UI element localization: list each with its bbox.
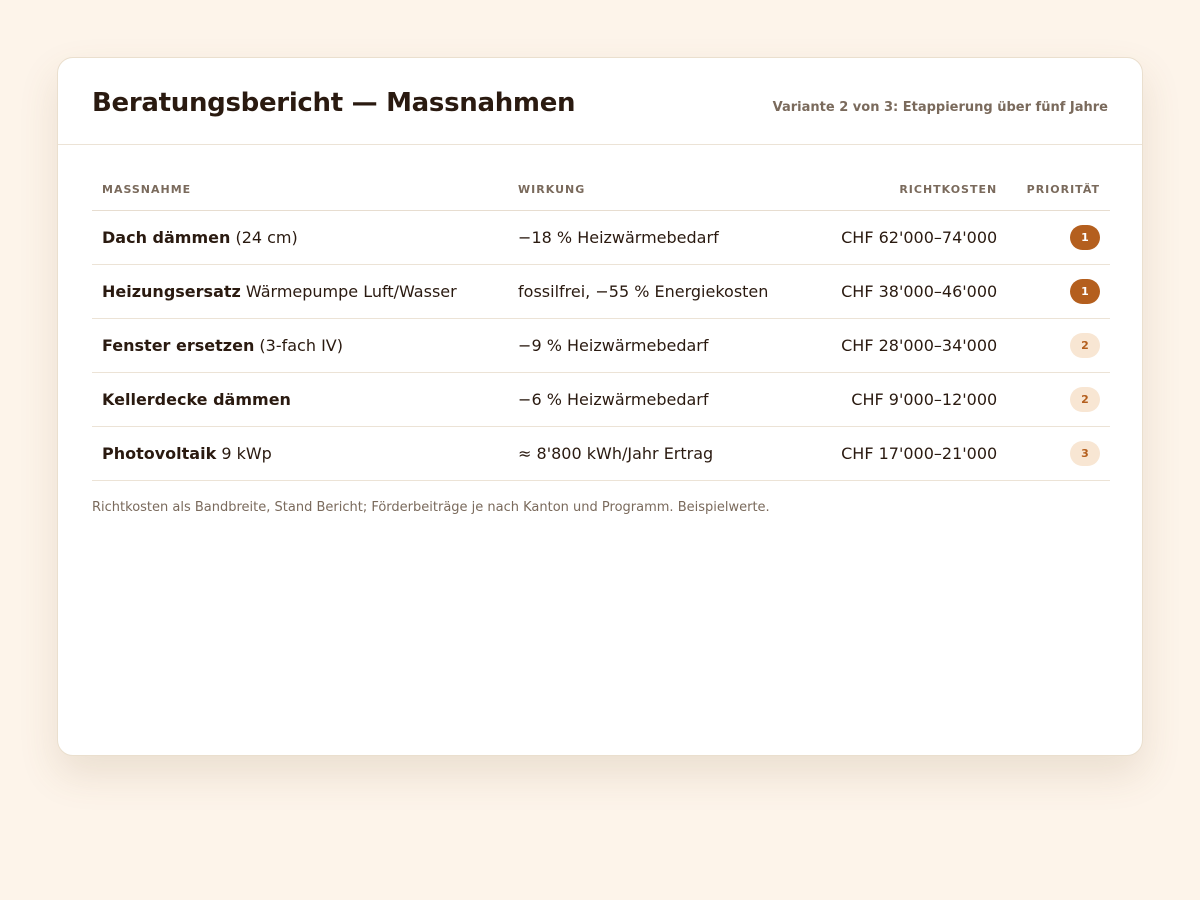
priority-badge: 3 [1070, 441, 1100, 466]
variant-subtitle: Variante 2 von 3: Etappierung über fünf … [772, 100, 1108, 115]
priority-cell: 1 [1007, 264, 1110, 319]
cost-cell: CHF 9'000–12'000 [778, 372, 1008, 427]
report-card: Beratungsbericht — Massnahmen Variante 2… [57, 57, 1143, 756]
measure-detail: 9 kWp [216, 444, 272, 463]
effect-cell: −6 % Heizwärmebedarf [508, 372, 779, 427]
measure-cell: Dach dämmen (24 cm) [92, 210, 509, 265]
measure-detail: (24 cm) [230, 228, 298, 247]
cost-cell: CHF 62'000–74'000 [778, 210, 1008, 265]
column-header-prioritaet: PRIORITÄT [1007, 168, 1110, 211]
cost-cell: CHF 17'000–21'000 [778, 426, 1008, 481]
column-header-wirkung: WIRKUNG [508, 168, 779, 211]
effect-cell: −18 % Heizwärmebedarf [508, 210, 779, 265]
priority-badge: 1 [1070, 225, 1100, 250]
measure-cell: Fenster ersetzen (3-fach IV) [92, 318, 509, 373]
measure-detail: (3-fach IV) [254, 336, 343, 355]
measure-detail: Wärmepumpe Luft/Wasser [240, 282, 457, 301]
measure-name: Photovoltaik [102, 444, 217, 463]
card-header: Beratungsbericht — Massnahmen Variante 2… [58, 58, 1142, 145]
priority-cell: 1 [1007, 210, 1110, 265]
priority-badge: 2 [1070, 333, 1100, 358]
effect-cell: ≈ 8'800 kWh/Jahr Ertrag [508, 426, 779, 481]
page-title: Beratungsbericht — Massnahmen [92, 88, 576, 118]
table-row: Dach dämmen (24 cm) −18 % Heizwärmebedar… [92, 210, 1110, 265]
column-header-massnahme: MASSNAHME [92, 168, 509, 211]
measures-table: MASSNAHME WIRKUNG RICHTKOSTEN PRIORITÄT … [92, 168, 1110, 481]
column-header-richtkosten: RICHTKOSTEN [778, 168, 1008, 211]
measure-cell: Heizungsersatz Wärmepumpe Luft/Wasser [92, 264, 509, 319]
table-header-row: MASSNAHME WIRKUNG RICHTKOSTEN PRIORITÄT [92, 168, 1110, 211]
priority-cell: 2 [1007, 318, 1110, 373]
measure-name: Fenster ersetzen [102, 336, 255, 355]
cost-cell: CHF 38'000–46'000 [778, 264, 1008, 319]
measure-name: Dach dämmen [102, 228, 231, 247]
table-row: Fenster ersetzen (3-fach IV) −9 % Heizwä… [92, 318, 1110, 373]
measure-cell: Kellerdecke dämmen [92, 372, 509, 427]
priority-cell: 3 [1007, 426, 1110, 481]
effect-cell: −9 % Heizwärmebedarf [508, 318, 779, 373]
measure-cell: Photovoltaik 9 kWp [92, 426, 509, 481]
table-row: Heizungsersatz Wärmepumpe Luft/Wasser fo… [92, 264, 1110, 319]
measure-name: Kellerdecke dämmen [102, 390, 291, 409]
priority-badge: 2 [1070, 387, 1100, 412]
priority-cell: 2 [1007, 372, 1110, 427]
priority-badge: 1 [1070, 279, 1100, 304]
measure-name: Heizungsersatz [102, 282, 241, 301]
effect-cell: fossilfrei, −55 % Energiekosten [508, 264, 779, 319]
table-row: Kellerdecke dämmen −6 % Heizwärmebedarf … [92, 372, 1110, 427]
footnote: Richtkosten als Bandbreite, Stand Berich… [92, 500, 770, 515]
table-row: Photovoltaik 9 kWp ≈ 8'800 kWh/Jahr Ertr… [92, 426, 1110, 481]
cost-cell: CHF 28'000–34'000 [778, 318, 1008, 373]
